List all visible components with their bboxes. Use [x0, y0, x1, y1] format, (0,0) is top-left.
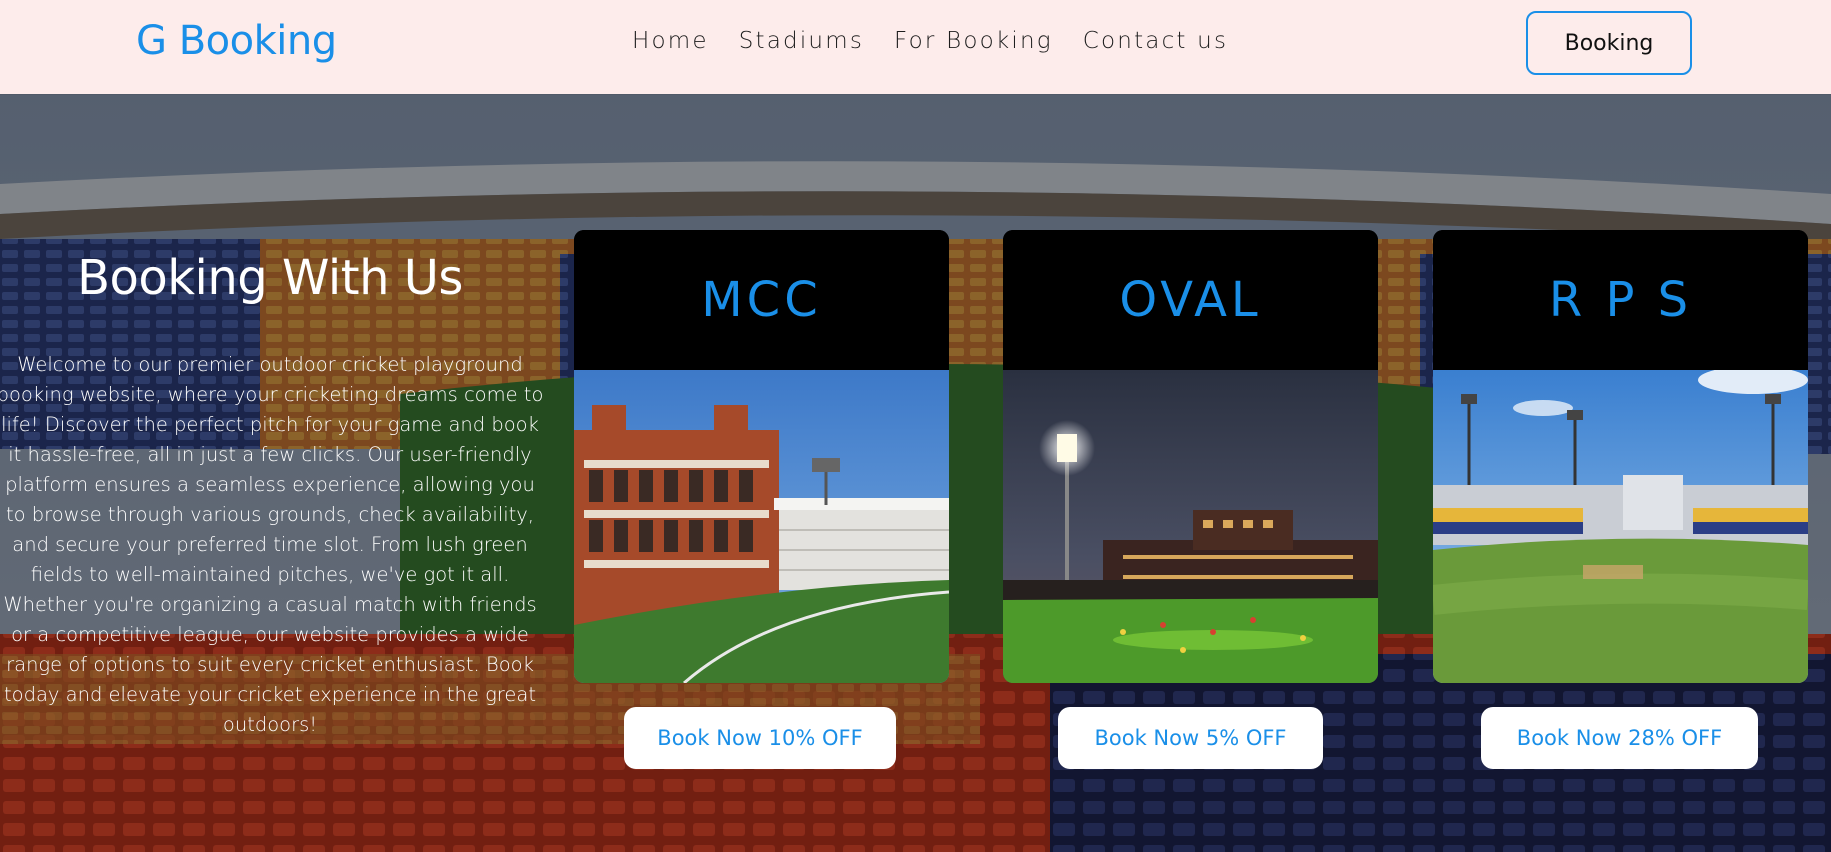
stadium-card-rps[interactable]: R P S [1433, 230, 1808, 683]
site-header: G Booking Home Stadiums For Booking Cont… [0, 0, 1831, 94]
intro-paragraph: Welcome to our premier outdoor cricket p… [0, 353, 544, 736]
card-header: MCC [574, 230, 949, 370]
intro-title: Booking With Us [77, 250, 463, 306]
book-now-mcc-button[interactable]: Book Now 10% OFF [624, 707, 896, 769]
nav-home[interactable]: Home [632, 28, 709, 54]
nav-for-booking[interactable]: For Booking [894, 28, 1053, 54]
card-title: MCC [701, 272, 822, 328]
oval-night-image [1003, 370, 1378, 683]
rps-ground-image [1433, 370, 1808, 683]
card-header: R P S [1433, 230, 1808, 370]
header-booking-button[interactable]: Booking [1526, 11, 1692, 75]
card-title: R P S [1548, 272, 1693, 328]
nav-stadiums[interactable]: Stadiums [739, 28, 864, 54]
lords-pavilion-image [574, 370, 949, 683]
book-now-rps-button[interactable]: Book Now 28% OFF [1481, 707, 1758, 769]
card-title: OVAL [1119, 272, 1262, 328]
nav-contact-us[interactable]: Contact us [1083, 28, 1228, 54]
stadium-card-mcc[interactable]: MCC [574, 230, 949, 683]
main-nav: Home Stadiums For Booking Contact us [632, 28, 1228, 54]
stadium-card-oval[interactable]: OVAL [1003, 230, 1378, 683]
book-now-oval-button[interactable]: Book Now 5% OFF [1058, 707, 1323, 769]
card-header: OVAL [1003, 230, 1378, 370]
site-logo[interactable]: G Booking [136, 18, 337, 64]
